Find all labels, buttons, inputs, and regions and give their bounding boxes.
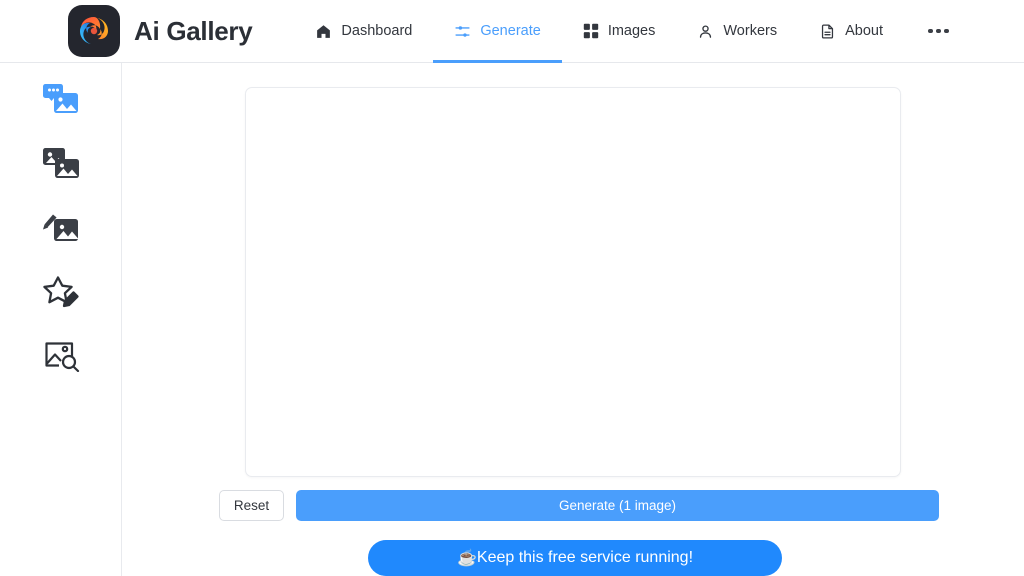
- nav-item-about[interactable]: About: [798, 0, 904, 63]
- main-nav: Dashboard Generate: [294, 0, 964, 63]
- sidebar-item-image-to-image[interactable]: [39, 141, 83, 185]
- nav-item-images[interactable]: Images: [562, 0, 677, 63]
- sliders-icon: [454, 23, 471, 40]
- app-body: Reset Generate (1 image) ☕Keep this free…: [0, 63, 1024, 576]
- nav-item-workers[interactable]: Workers: [676, 0, 798, 63]
- brand[interactable]: Ai Gallery: [68, 5, 252, 57]
- mode-sidebar: [0, 63, 122, 576]
- generation-canvas[interactable]: [245, 87, 901, 477]
- nav-label-about: About: [845, 23, 883, 39]
- nav-label-images: Images: [608, 23, 656, 39]
- nav-label-workers: Workers: [723, 23, 777, 39]
- coffee-icon: ☕: [457, 548, 477, 568]
- nav-label-dashboard: Dashboard: [341, 23, 412, 39]
- support-service-label: Keep this free service running!: [477, 549, 693, 567]
- support-row: ☕Keep this free service running!: [122, 540, 1024, 576]
- sidebar-item-image-search[interactable]: [39, 333, 83, 377]
- sidebar-item-style-favorite[interactable]: [39, 269, 83, 313]
- generate-button[interactable]: Generate (1 image): [296, 490, 939, 521]
- home-icon: [315, 23, 332, 40]
- nav-item-generate[interactable]: Generate: [433, 0, 561, 63]
- generate-panel: Reset Generate (1 image) ☕Keep this free…: [122, 63, 1024, 576]
- app-header: Ai Gallery Dashboard Generate: [0, 0, 1024, 63]
- sidebar-item-inpaint-edit[interactable]: [39, 205, 83, 249]
- ellipsis-horizontal-icon: [928, 29, 949, 34]
- grid-icon: [583, 23, 599, 39]
- sidebar-item-text-to-image[interactable]: [39, 77, 83, 121]
- page-title: Ai Gallery: [134, 16, 252, 47]
- nav-item-dashboard[interactable]: Dashboard: [294, 0, 433, 63]
- action-row: Reset Generate (1 image): [207, 490, 939, 521]
- user-icon: [697, 23, 714, 40]
- reset-button[interactable]: Reset: [219, 490, 284, 521]
- ai-gallery-swirl-logo-icon: [68, 5, 120, 57]
- nav-label-generate: Generate: [480, 23, 540, 39]
- nav-more-button[interactable]: [912, 0, 965, 63]
- support-service-button[interactable]: ☕Keep this free service running!: [368, 540, 782, 576]
- document-icon: [819, 23, 836, 40]
